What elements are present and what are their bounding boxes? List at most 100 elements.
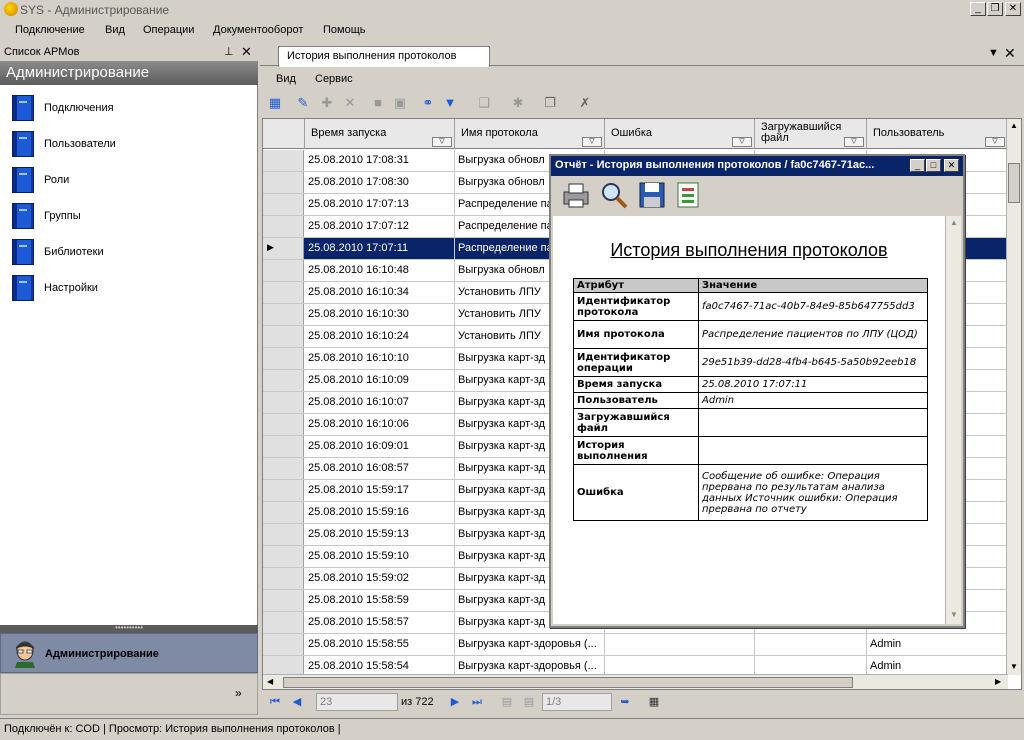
tab-close-icon[interactable]: ✕ [1004,45,1016,62]
report-title-bar[interactable]: Отчёт - История выполнения протоколов / … [551,156,963,176]
refresh-icon[interactable]: ▦ [267,95,283,111]
next-page-icon[interactable]: ▤ [522,695,536,709]
cell-error[interactable] [605,634,755,655]
doc-menu-view[interactable]: Вид [276,73,296,85]
row-indicator[interactable] [263,546,304,567]
row-indicator[interactable] [263,436,304,457]
horizontal-scrollbar[interactable]: ◀ ▶ [263,674,1008,689]
cell-time[interactable]: 25.08.2010 16:10:34 [305,282,455,303]
panel-splitter[interactable]: •••••••••• [0,624,258,633]
row-indicator[interactable] [263,414,304,435]
row-indicator[interactable] [263,172,304,193]
cell-time[interactable]: 25.08.2010 17:07:11 [305,238,455,259]
save-icon[interactable]: ■ [370,95,386,111]
column-header-error[interactable]: Ошибка ▽ [605,119,755,149]
cell-time[interactable]: 25.08.2010 17:07:13 [305,194,455,215]
next-record-icon[interactable]: ▶ [448,695,462,709]
print-icon[interactable] [561,180,591,210]
report-vertical-scrollbar[interactable]: ▲ ▼ [945,216,961,624]
scroll-up-icon[interactable]: ▲ [1010,121,1018,130]
menu-view[interactable]: Вид [105,24,125,36]
cell-time[interactable]: 25.08.2010 16:10:48 [305,260,455,281]
row-indicator[interactable] [263,612,304,633]
row-indicator[interactable] [263,326,304,347]
close-icon[interactable]: ✕ [241,44,252,60]
table-row[interactable]: 25.08.2010 15:58:55 Выгрузка карт-здоровь… [263,634,1008,656]
scroll-left-icon[interactable]: ◀ [267,677,273,686]
horizontal-scroll-thumb[interactable] [283,677,853,688]
vertical-scroll-thumb[interactable] [1008,163,1020,203]
cell-user[interactable]: Admin [867,634,1008,655]
cell-file[interactable] [755,634,867,655]
row-indicator[interactable]: ▶ [263,238,304,259]
cell-time[interactable]: 25.08.2010 15:58:55 [305,634,455,655]
tools-icon[interactable]: ✗ [577,95,593,111]
save-all-icon[interactable]: ▣ [392,95,408,111]
windows-icon[interactable]: ❐ [542,95,558,111]
tab-list-dropdown-icon[interactable]: ▼ [988,47,999,59]
prev-record-icon[interactable]: ◀ [290,695,304,709]
row-indicator[interactable] [263,370,304,391]
minimize-button[interactable]: _ [970,2,986,16]
nav-item-roles[interactable]: Роли [44,174,69,186]
cell-time[interactable]: 25.08.2010 16:10:24 [305,326,455,347]
row-indicator[interactable] [263,348,304,369]
column-header-file[interactable]: Загружавшийся файл ▽ [755,119,867,149]
tab-history[interactable]: История выполнения протоколов [278,46,490,67]
doc-menu-service[interactable]: Сервис [315,73,353,85]
last-record-icon[interactable]: ⏭ [470,695,484,709]
cell-time[interactable]: 25.08.2010 15:59:10 [305,546,455,567]
row-indicator[interactable] [263,150,304,171]
column-filter-icon[interactable]: ▽ [432,137,452,147]
menu-documents[interactable]: Документооборот [213,24,303,36]
copy-icon[interactable]: ❏ [476,95,492,111]
cell-time[interactable]: 25.08.2010 17:07:12 [305,216,455,237]
close-button[interactable]: ✕ [1005,2,1021,16]
scroll-down-icon[interactable]: ▼ [950,610,958,619]
row-indicator[interactable] [263,216,304,237]
nav-item-groups[interactable]: Группы [44,210,81,222]
column-header-user[interactable]: Пользователь ▽ [867,119,1008,149]
menu-operations[interactable]: Операции [143,24,194,36]
chevron-down-icon[interactable]: » [235,686,242,700]
cell-time[interactable]: 25.08.2010 15:59:13 [305,524,455,545]
row-indicator[interactable] [263,502,304,523]
row-indicator[interactable] [263,524,304,545]
column-filter-icon[interactable]: ▽ [582,137,602,147]
cell-time[interactable]: 25.08.2010 15:59:02 [305,568,455,589]
cell-time[interactable]: 25.08.2010 17:08:30 [305,172,455,193]
row-indicator[interactable] [263,260,304,281]
row-indicator[interactable] [263,568,304,589]
vertical-scrollbar[interactable]: ▲ ▼ [1006,119,1021,675]
save-report-icon[interactable] [637,180,667,210]
row-indicator[interactable] [263,194,304,215]
first-record-icon[interactable]: ⏮ [268,695,282,709]
cell-time[interactable]: 25.08.2010 15:58:57 [305,612,455,633]
cell-protocol[interactable]: Выгрузка карт-здоровья (... [455,634,605,655]
row-indicator[interactable] [263,590,304,611]
menu-help[interactable]: Помощь [323,24,366,36]
nav-item-connections[interactable]: Подключения [44,102,114,114]
grid-settings-icon[interactable]: ▦ [647,695,661,709]
cell-time[interactable]: 25.08.2010 15:59:16 [305,502,455,523]
nav-item-users[interactable]: Пользователи [44,138,116,150]
row-indicator[interactable] [263,480,304,501]
find-icon[interactable]: ⚭ [420,95,436,111]
row-indicator[interactable] [263,282,304,303]
row-indicator[interactable] [263,458,304,479]
section-button-admin[interactable]: Администрирование [0,633,258,673]
nav-item-libraries[interactable]: Библиотеки [44,246,104,258]
delete-icon[interactable]: ✕ [342,95,358,111]
cell-time[interactable]: 25.08.2010 16:10:09 [305,370,455,391]
filter-icon[interactable]: ▼ [442,95,458,111]
column-header-time[interactable]: Время запуска ▽ [305,119,455,149]
page-input[interactable]: 1/3 [542,693,612,711]
add-icon[interactable]: ✚ [319,95,335,111]
zoom-icon[interactable] [599,180,629,210]
edit-icon[interactable]: ✎ [295,95,311,111]
cell-time[interactable]: 25.08.2010 16:10:06 [305,414,455,435]
export-icon[interactable] [673,180,703,210]
cell-time[interactable]: 25.08.2010 16:09:01 [305,436,455,457]
report-close-button[interactable]: ✕ [944,159,959,172]
record-number-input[interactable]: 23 [316,693,398,711]
